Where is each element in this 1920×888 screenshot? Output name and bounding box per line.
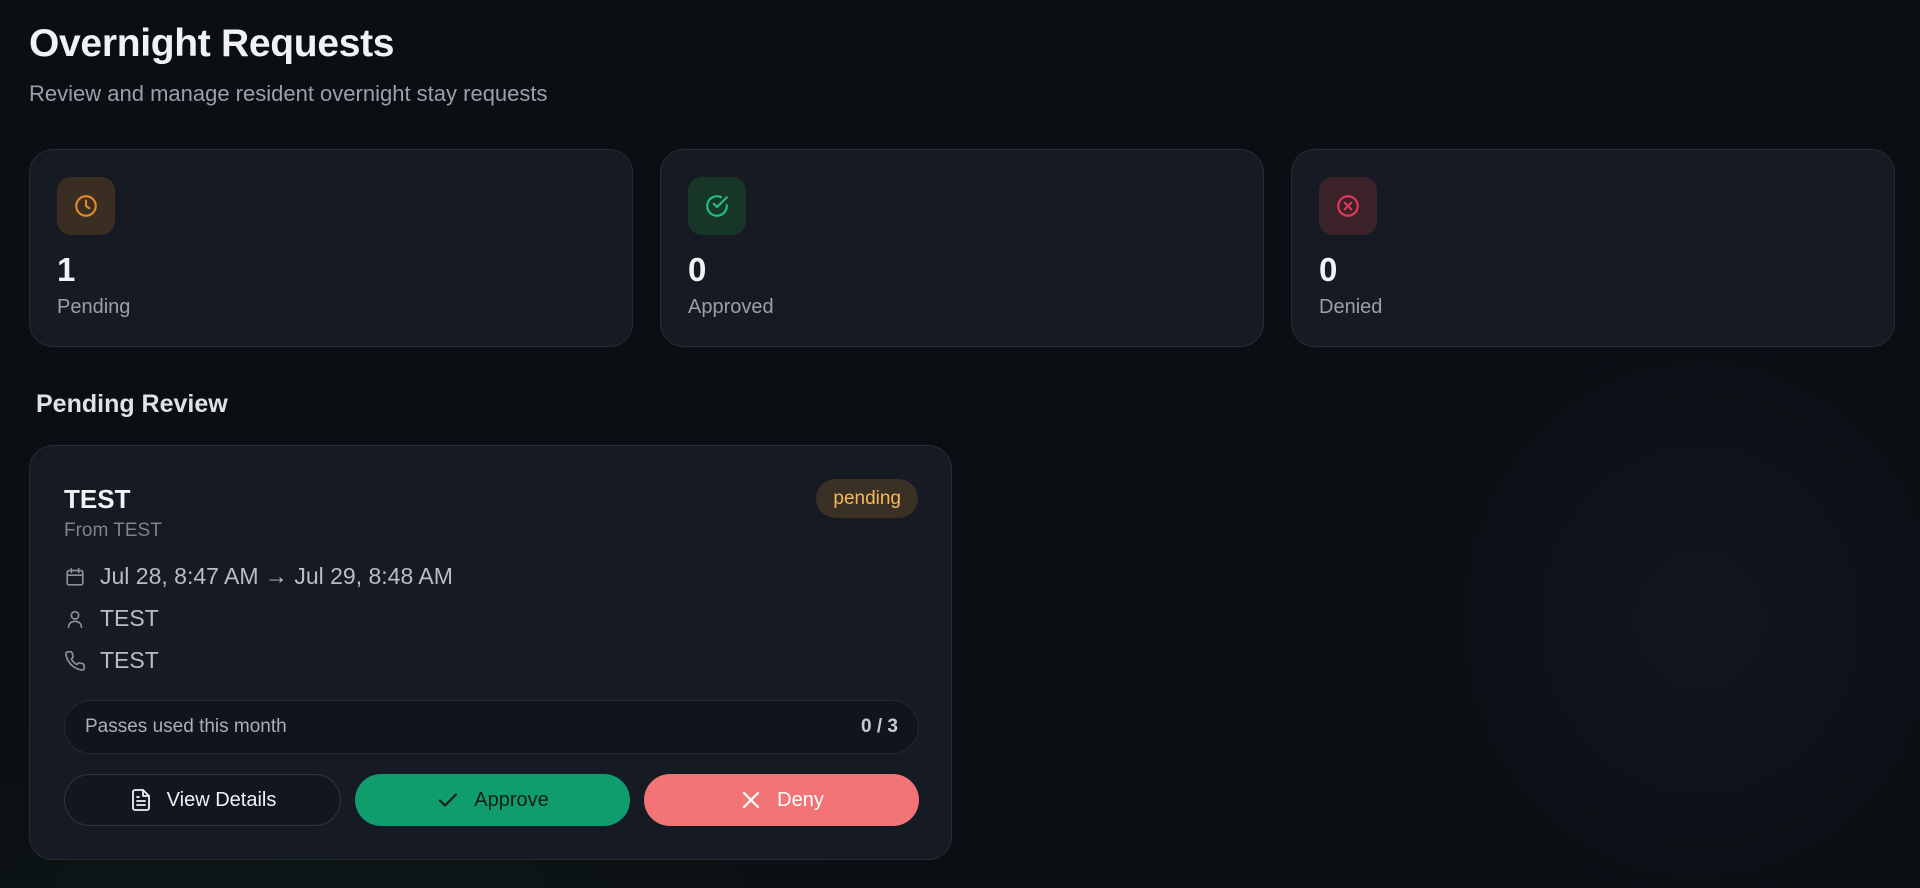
status-badge: pending	[816, 479, 918, 518]
close-icon	[743, 791, 760, 809]
passes-summary: Passes used this month 0 / 3	[64, 700, 919, 754]
view-details-label: View Details	[166, 788, 277, 811]
stat-value: 1	[57, 251, 76, 288]
user-icon	[67, 610, 83, 628]
deny-button[interactable]: Deny	[644, 774, 919, 826]
deny-label: Deny	[777, 788, 824, 811]
stat-value: 0	[1319, 251, 1338, 288]
clock-icon	[57, 177, 115, 235]
phone-number: TEST	[100, 647, 159, 673]
request-card: TEST From TEST pending Jul 28, 8:47 AM →…	[29, 445, 952, 860]
document-icon	[131, 789, 150, 811]
calendar-icon	[66, 567, 84, 586]
date-row: Jul 28, 8:47 AM → Jul 29, 8:48 AM	[64, 563, 453, 590]
view-details-button[interactable]: View Details	[64, 774, 341, 826]
stats-row: 1 Pending 0 Approved 0 Denied	[29, 149, 1895, 347]
approve-button[interactable]: Approve	[355, 774, 630, 826]
passes-label: Passes used this month	[85, 716, 287, 737]
passes-count: 0 / 3	[861, 716, 898, 737]
stat-card-denied: 0 Denied	[1291, 149, 1895, 347]
request-from: From TEST	[64, 520, 162, 541]
page-subtitle: Review and manage resident overnight sta…	[29, 81, 548, 106]
stat-card-approved: 0 Approved	[660, 149, 1264, 347]
stat-card-pending: 1 Pending	[29, 149, 633, 347]
section-title: Pending Review	[36, 390, 228, 418]
request-name: TEST	[64, 484, 131, 514]
approve-label: Approve	[474, 788, 549, 811]
page-title: Overnight Requests	[29, 22, 395, 65]
stat-value: 0	[688, 251, 707, 288]
date-range: Jul 28, 8:47 AM → Jul 29, 8:48 AM	[100, 563, 453, 589]
check-icon	[439, 793, 458, 807]
guest-name: TEST	[100, 605, 159, 631]
stat-label: Denied	[1319, 296, 1383, 318]
stat-label: Pending	[57, 296, 131, 318]
action-buttons: View Details Approve Deny	[64, 774, 919, 826]
phone-icon	[65, 650, 85, 671]
phone-row: TEST	[64, 647, 159, 674]
stat-label: Approved	[688, 296, 774, 318]
check-circle-icon	[688, 177, 746, 235]
guest-row: TEST	[64, 605, 159, 632]
x-circle-icon	[1319, 177, 1377, 235]
